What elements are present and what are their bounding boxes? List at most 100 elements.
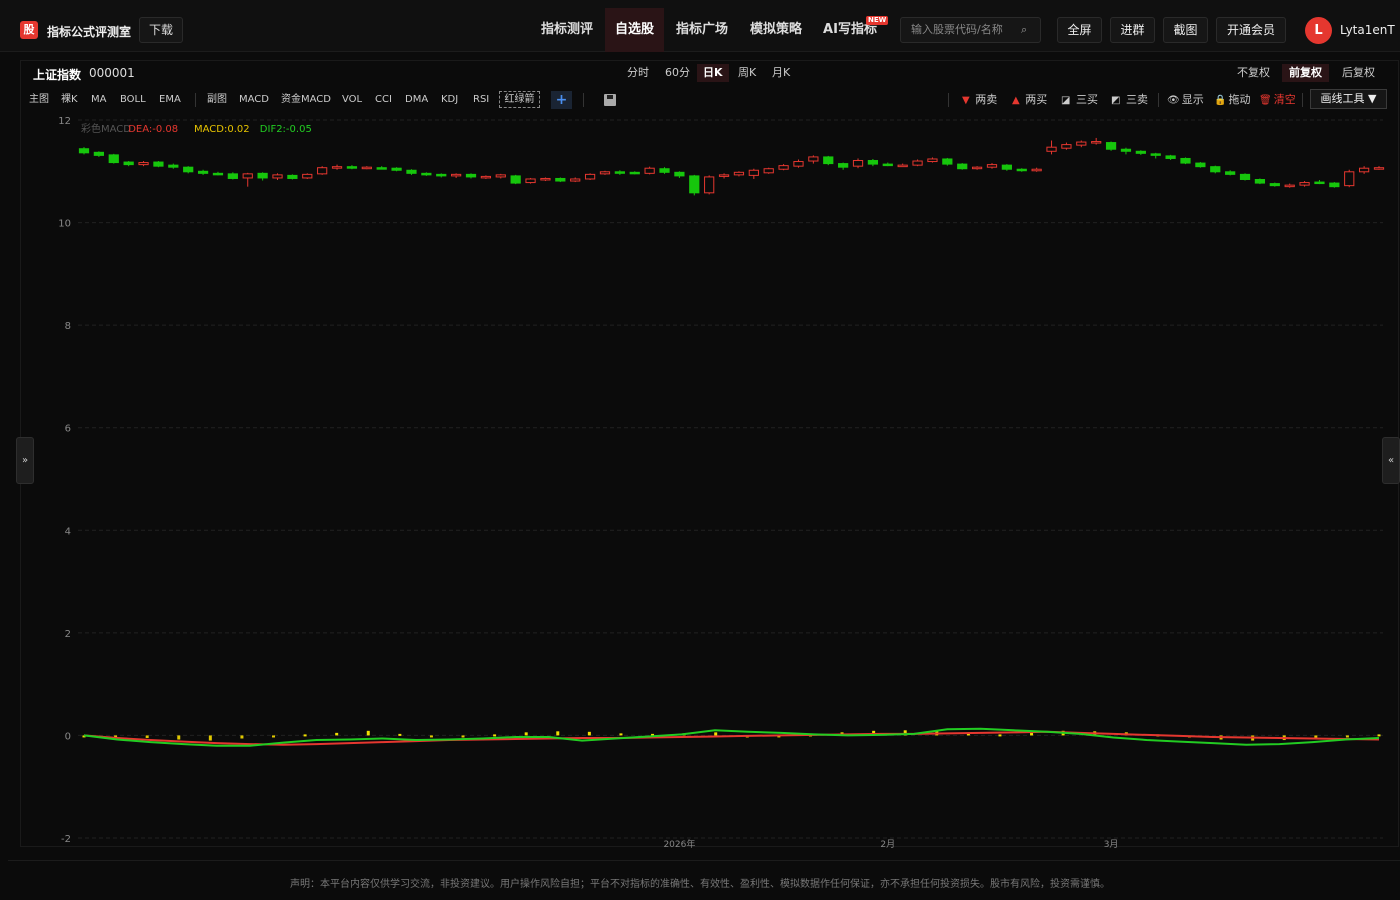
x-tick-label: 2026年: [663, 838, 695, 848]
nav-watchlist[interactable]: 自选股: [605, 8, 664, 52]
candle-body: [212, 172, 224, 176]
candle-body: [957, 163, 968, 170]
avatar[interactable]: L: [1305, 17, 1332, 44]
candle-body: [465, 173, 477, 178]
tab-naked-k[interactable]: 裸K: [61, 93, 78, 107]
nav-ai-indicator[interactable]: AI写指标: [814, 8, 886, 52]
candle-body: [1046, 146, 1057, 152]
adjust-none[interactable]: 不复权: [1230, 64, 1277, 82]
tab-vol[interactable]: VOL: [342, 93, 362, 107]
legend-item: MACD:0.02: [194, 124, 250, 135]
candle-body: [227, 173, 238, 179]
y-tick-label: 8: [65, 321, 71, 332]
period-intraday[interactable]: 分时: [621, 64, 655, 82]
adjust-forward[interactable]: 前复权: [1282, 64, 1329, 82]
tab-dma[interactable]: DMA: [405, 93, 428, 107]
tab-macd[interactable]: MACD: [239, 93, 269, 107]
tool-clear[interactable]: 🗑 清空: [1259, 93, 1296, 108]
period-monthly[interactable]: 月K: [766, 64, 796, 82]
macd-bar: [240, 735, 244, 739]
candle-body: [436, 173, 447, 177]
kline-chart[interactable]: 12 10 8 6 4 2 0 -2 彩色MACDDEA:-0.08 MACD:0.02 DIF2:…: [21, 113, 1387, 848]
download-button[interactable]: 下载: [139, 17, 183, 43]
candle-body: [183, 166, 194, 173]
candle-body: [480, 175, 492, 179]
candle-body: [1105, 142, 1117, 150]
tool-two-buy[interactable]: ▲ 两买: [1012, 93, 1047, 108]
symbol-name: 上证指数: [33, 68, 82, 82]
tab-ema[interactable]: EMA: [159, 93, 181, 107]
candle-body: [93, 151, 104, 156]
search-input[interactable]: 输入股票代码/名称: [900, 17, 1041, 43]
save-icon[interactable]: [604, 94, 616, 106]
fullscreen-button[interactable]: 全屏: [1057, 17, 1102, 43]
tab-boll[interactable]: BOLL: [120, 93, 146, 107]
app-title: 指标公式评测室: [47, 25, 132, 39]
adjust-backward[interactable]: 后复权: [1335, 64, 1382, 82]
series-line-dif2: [83, 727, 1380, 747]
join-group-button[interactable]: 进群: [1110, 17, 1155, 43]
candle-body: [1239, 173, 1251, 180]
expand-left-button[interactable]: »: [16, 437, 34, 484]
candle-body: [1210, 166, 1221, 173]
tool-three-sell[interactable]: ◩ 三卖: [1111, 93, 1148, 108]
candle-body: [302, 173, 313, 179]
tab-fund-macd[interactable]: 资金MACD: [281, 93, 331, 107]
macd-bar: [145, 735, 149, 738]
nav-indicator-square[interactable]: 指标广场: [666, 8, 738, 52]
toolbar-divider: [948, 93, 949, 107]
candle-body: [1180, 157, 1191, 164]
tool-drag[interactable]: 🔒 拖动: [1214, 93, 1250, 108]
candle-body: [78, 148, 90, 154]
candle-body: [1269, 183, 1280, 187]
candle-body: [867, 160, 879, 165]
macd-bar: [335, 732, 339, 736]
nav-indicator-review[interactable]: 指标测评: [532, 8, 602, 52]
candle-body: [778, 165, 789, 170]
candle-body: [793, 161, 804, 167]
tab-rsi[interactable]: RSI: [473, 93, 489, 107]
candle-body: [1225, 171, 1236, 175]
tool-show[interactable]: 👁 显示: [1167, 93, 1204, 108]
period-weekly[interactable]: 周K: [732, 64, 762, 82]
candle-body: [1016, 168, 1027, 172]
candle-body: [912, 160, 923, 166]
candle-body: [584, 173, 596, 180]
tool-two-sell[interactable]: ▼ 两卖: [962, 93, 997, 108]
tab-cci[interactable]: CCI: [375, 93, 392, 107]
period-daily[interactable]: 日K: [697, 64, 729, 82]
candle-body: [287, 174, 298, 179]
symbol-code: 000001: [89, 66, 135, 80]
candle-body: [1329, 182, 1340, 188]
tab-ma[interactable]: MA: [91, 93, 106, 107]
candle-body: [1165, 155, 1176, 159]
membership-button[interactable]: 开通会员: [1216, 17, 1286, 43]
tool-label: 两买: [1025, 93, 1048, 106]
tab-main-chart[interactable]: 主图: [29, 93, 49, 107]
candle-body: [1076, 141, 1087, 146]
x-tick-label: 2月: [880, 839, 895, 848]
add-indicator-button[interactable]: +: [551, 91, 572, 109]
tab-kdj[interactable]: KDJ: [441, 93, 458, 107]
candle-body: [510, 175, 521, 184]
candle-body: [168, 164, 179, 168]
tab-sub-chart[interactable]: 副图: [207, 93, 227, 107]
screenshot-button[interactable]: 截图: [1163, 17, 1208, 43]
macd-bar: [714, 732, 718, 736]
search-icon[interactable]: ⌕: [1021, 23, 1027, 37]
expand-right-button[interactable]: «: [1382, 437, 1400, 484]
tab-red-green-arrow[interactable]: 红绿箭: [499, 91, 540, 108]
candle-body: [659, 168, 670, 173]
username[interactable]: Lyta1enT: [1340, 23, 1395, 37]
toolbar-divider: [1158, 93, 1159, 107]
macd-bar: [998, 734, 1002, 737]
tool-three-buy[interactable]: ◪ 三买: [1061, 93, 1098, 108]
candle-body: [346, 166, 358, 169]
nav-sim-strategy[interactable]: 模拟策略: [740, 8, 812, 52]
app-logo-icon: 股: [20, 21, 38, 39]
tool-label: 三买: [1075, 93, 1098, 106]
footer-divider: [8, 860, 1400, 861]
draw-tools-dropdown[interactable]: 画线工具 ▼: [1310, 89, 1387, 109]
legend-item: DEA:-0.08: [128, 124, 178, 135]
period-60min[interactable]: 60分: [659, 64, 696, 82]
